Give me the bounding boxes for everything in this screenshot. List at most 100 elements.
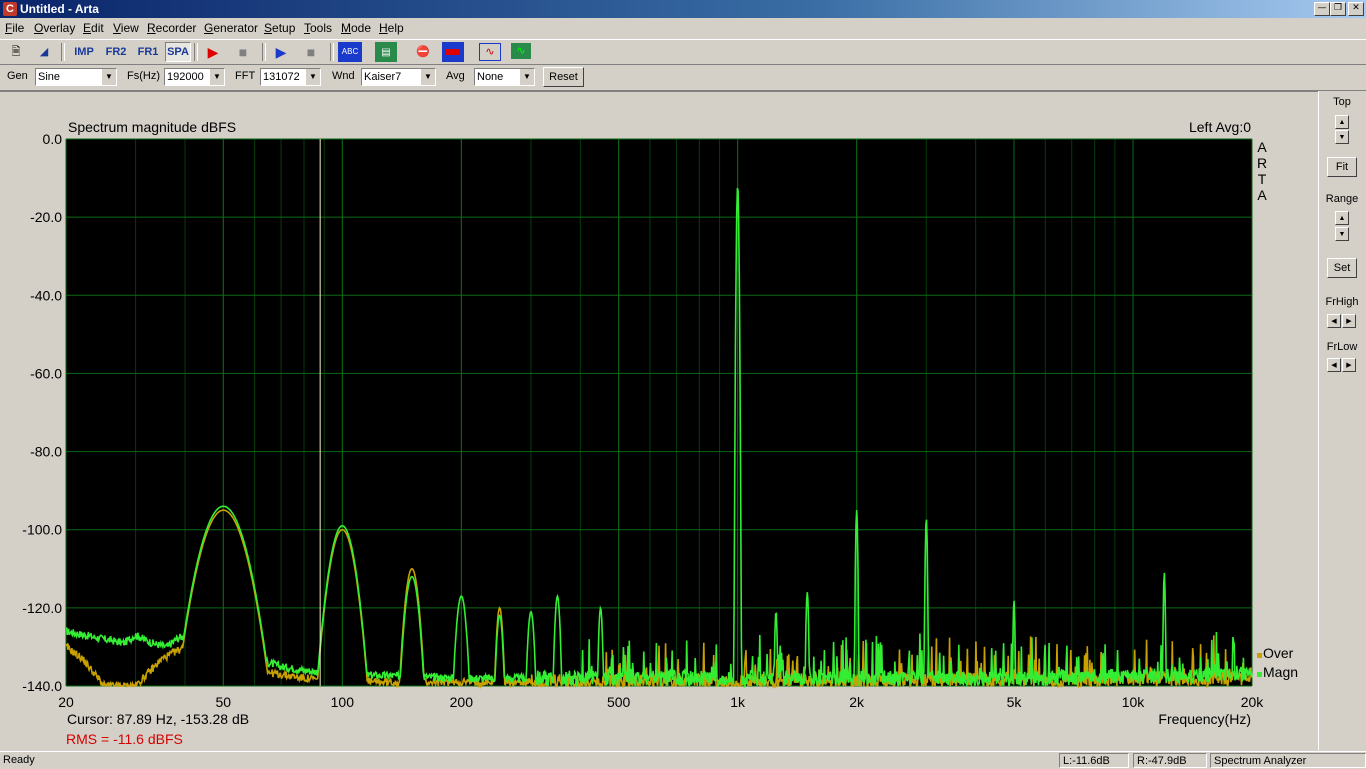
x-tick-label: 200 bbox=[450, 694, 474, 710]
frhigh-left-button[interactable]: ◀ bbox=[1327, 314, 1341, 328]
fft-size-select[interactable]: 131072 ▼ bbox=[260, 68, 321, 86]
frlow-right-button[interactable]: ▶ bbox=[1342, 358, 1356, 372]
top-down-button[interactable]: ▼ bbox=[1335, 130, 1349, 144]
plot-area[interactable] bbox=[66, 139, 1252, 686]
generator-signal-icon[interactable]: ∿ bbox=[479, 43, 501, 61]
mode-indicator: Spectrum Analyzer bbox=[1210, 753, 1366, 768]
top-label: Top bbox=[1333, 96, 1351, 108]
x-tick-label: 500 bbox=[607, 694, 631, 710]
y-tick-label: -140.0 bbox=[22, 678, 62, 694]
window-title: Untitled - Arta bbox=[20, 2, 99, 16]
x-tick-label: 5k bbox=[1007, 694, 1023, 710]
menu-bar: File Overlay Edit View Recorder Generator Setu… bbox=[0, 19, 1366, 38]
restore-icon[interactable]: ❐ bbox=[1330, 2, 1346, 16]
window-value: Kaiser7 bbox=[364, 71, 402, 83]
generator-stop-icon[interactable]: ■ bbox=[300, 42, 322, 62]
toolbar-separator bbox=[61, 43, 65, 61]
y-tick-label: -120.0 bbox=[22, 600, 62, 616]
generator-play-icon[interactable]: ▶ bbox=[270, 42, 292, 62]
x-tick-label: 1k bbox=[730, 694, 746, 710]
menu-overlay[interactable]: Overlay bbox=[34, 21, 75, 35]
chevron-down-icon: ▼ bbox=[420, 69, 435, 85]
gen-label: Gen bbox=[7, 70, 28, 82]
frhigh-right-button[interactable]: ▶ bbox=[1342, 314, 1356, 328]
wnd-label: Wnd bbox=[332, 70, 355, 82]
set-button[interactable]: Set bbox=[1327, 258, 1357, 278]
x-axis-label: Frequency(Hz) bbox=[1158, 711, 1251, 727]
frlow-left-button[interactable]: ◀ bbox=[1327, 358, 1341, 372]
open-icon[interactable]: ◢ bbox=[33, 42, 55, 62]
menu-setup[interactable]: Setup bbox=[264, 21, 295, 35]
range-up-button[interactable]: ▲ bbox=[1335, 211, 1349, 225]
chart-panel: Spectrum magnitude dBFS Left Avg:0 20 50 1… bbox=[0, 91, 1318, 751]
averaging-value: None bbox=[477, 71, 504, 83]
chevron-down-icon: ▼ bbox=[209, 69, 224, 85]
arta-watermark-letter: T bbox=[1258, 171, 1267, 187]
right-level: R:-47.9dB bbox=[1133, 753, 1207, 768]
menu-edit[interactable]: Edit bbox=[83, 21, 104, 35]
frlow-label: FrLow bbox=[1326, 341, 1358, 353]
generator-select-value: Sine bbox=[38, 71, 61, 83]
menu-recorder[interactable]: Recorder bbox=[147, 21, 196, 35]
status-bar: Ready L:-11.6dB R:-47.9dB Spectrum Analy… bbox=[0, 751, 1366, 769]
scope-icon[interactable]: ∿ bbox=[511, 43, 531, 59]
menu-tools[interactable]: Tools bbox=[304, 21, 332, 35]
legend-label-over: Over bbox=[1263, 645, 1294, 661]
dual-channel-fr-button[interactable]: FR2 bbox=[102, 42, 130, 62]
fft-label: FFT bbox=[235, 70, 256, 82]
spectrum-chart[interactable]: Spectrum magnitude dBFS Left Avg:0 20 50 1… bbox=[0, 92, 1318, 751]
toolbar-separator bbox=[262, 43, 266, 61]
impulse-mode-button[interactable]: IMP bbox=[70, 42, 98, 62]
menu-help[interactable]: Help bbox=[379, 21, 404, 35]
averaging-select[interactable]: None ▼ bbox=[474, 68, 535, 86]
y-tick-label: -80.0 bbox=[30, 444, 62, 460]
spectrum-mode-button[interactable]: SPA bbox=[165, 42, 191, 62]
channel-info: Left Avg:0 bbox=[1189, 119, 1251, 135]
toolbar: 🗎 ◢ IMP FR2 FR1 SPA ▶ ■ ▶ ■ ABC ▤ ⛔ ∿ ∿ bbox=[0, 39, 1366, 65]
menu-view[interactable]: View bbox=[113, 21, 139, 35]
new-icon[interactable]: 🗎 bbox=[5, 42, 27, 62]
fs-label: Fs(Hz) bbox=[127, 70, 160, 82]
y-tick-label: -40.0 bbox=[30, 287, 62, 303]
x-tick-label: 10k bbox=[1122, 694, 1146, 710]
rms-readout: RMS = -11.6 dBFS bbox=[66, 731, 183, 747]
y-tick-label: -20.0 bbox=[30, 209, 62, 225]
top-up-button[interactable]: ▲ bbox=[1335, 115, 1349, 129]
calibrate-icon[interactable]: ABC bbox=[338, 42, 362, 62]
left-level: L:-11.6dB bbox=[1059, 753, 1129, 768]
window-select[interactable]: Kaiser7 ▼ bbox=[361, 68, 436, 86]
fit-button[interactable]: Fit bbox=[1327, 157, 1357, 177]
reset-button[interactable]: Reset bbox=[543, 67, 584, 87]
right-control-panel: Top ▲ ▼ Fit Range ▲ ▼ Set FrHigh ◀ ▶ FrL… bbox=[1318, 91, 1366, 750]
grid-settings-icon[interactable]: ▤ bbox=[375, 42, 397, 62]
generator-select[interactable]: Sine ▼ bbox=[35, 68, 117, 86]
single-channel-fr-button[interactable]: FR1 bbox=[134, 42, 162, 62]
record-play-icon[interactable]: ▶ bbox=[202, 42, 224, 62]
frhigh-label: FrHigh bbox=[1325, 296, 1359, 308]
y-tick-label: -100.0 bbox=[22, 522, 62, 538]
record-stop-icon[interactable]: ■ bbox=[232, 42, 254, 62]
probe-icon[interactable]: ⛔ bbox=[412, 42, 434, 62]
menu-mode[interactable]: Mode bbox=[341, 21, 371, 35]
arta-watermark-letter: R bbox=[1257, 155, 1267, 171]
menu-file[interactable]: File bbox=[5, 21, 24, 35]
minimize-icon[interactable]: — bbox=[1314, 2, 1330, 16]
sample-rate-select[interactable]: 192000 ▼ bbox=[164, 68, 225, 86]
range-down-button[interactable]: ▼ bbox=[1335, 227, 1349, 241]
color-scheme-icon[interactable] bbox=[442, 42, 464, 62]
x-tick-label: 20k bbox=[1241, 694, 1265, 710]
legend-swatch-over bbox=[1257, 653, 1262, 658]
x-tick-label: 20 bbox=[58, 694, 74, 710]
arta-watermark-letter: A bbox=[1257, 139, 1267, 155]
close-icon[interactable]: ✕ bbox=[1348, 2, 1364, 16]
chevron-down-icon: ▼ bbox=[305, 69, 320, 85]
y-tick-label: 0.0 bbox=[43, 131, 63, 147]
menu-generator[interactable]: Generator bbox=[204, 21, 258, 35]
range-label: Range bbox=[1325, 193, 1359, 205]
sample-rate-value: 192000 bbox=[167, 71, 204, 83]
chevron-down-icon: ▼ bbox=[519, 69, 534, 85]
y-tick-label: -60.0 bbox=[30, 365, 62, 381]
parameter-bar: Gen Sine ▼ Fs(Hz) 192000 ▼ FFT 131072 ▼ Wnd… bbox=[0, 64, 1366, 91]
toolbar-separator bbox=[330, 43, 334, 61]
legend-swatch-magn bbox=[1257, 672, 1262, 677]
